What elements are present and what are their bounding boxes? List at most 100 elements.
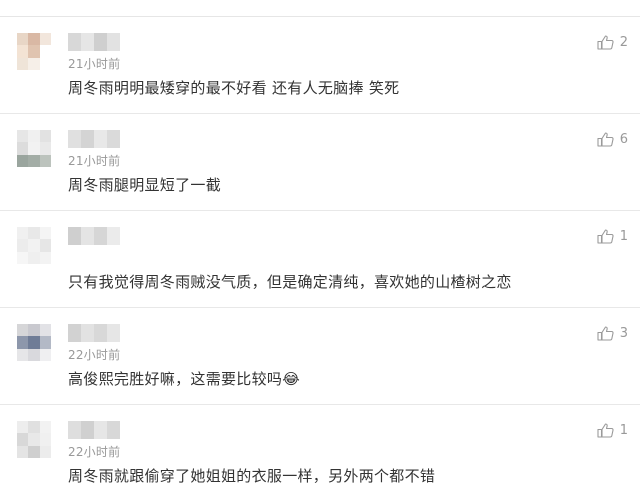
comment-time: 22小时前 (68, 348, 121, 362)
username-mosaic-cell (94, 421, 107, 439)
avatar-mosaic-cell (39, 45, 51, 58)
avatar-mosaic-cell (28, 348, 40, 361)
avatar-mosaic-cell (17, 57, 29, 70)
avatar-mosaic-cell (39, 348, 51, 361)
thumbs-up-icon (597, 132, 614, 147)
like-count: 2 (619, 35, 628, 50)
avatar-mosaic-cell (39, 227, 51, 240)
avatar[interactable] (17, 33, 51, 70)
avatar-mosaic-cell (39, 239, 51, 252)
avatar-mosaic-cell (39, 33, 51, 46)
comment-time: 21小时前 (68, 154, 121, 168)
username-mosaic-cell (81, 33, 94, 51)
avatar-mosaic-cell (17, 445, 29, 458)
like-count: 1 (619, 423, 628, 438)
comment-item: 21小时前 周冬雨腿明显短了一截 6 (0, 114, 640, 211)
username-mosaic-cell (107, 130, 120, 148)
avatar-mosaic-cell (28, 227, 40, 240)
avatar-mosaic-cell (28, 142, 40, 155)
username-blurred[interactable] (68, 421, 120, 439)
avatar-mosaic-cell (39, 433, 51, 446)
username-mosaic-cell (68, 324, 81, 342)
avatar-mosaic-cell (17, 45, 29, 58)
like-button[interactable]: 6 (597, 132, 628, 147)
thumbs-up-icon (597, 326, 614, 341)
like-count: 6 (619, 132, 628, 147)
avatar-mosaic-cell (17, 154, 29, 167)
avatar-mosaic-cell (17, 324, 29, 337)
avatar-mosaic-cell (28, 57, 40, 70)
thumbs-up-icon (597, 229, 614, 244)
avatar-mosaic-cell (39, 421, 51, 434)
avatar-mosaic-cell (17, 336, 29, 349)
avatar-mosaic-cell (39, 336, 51, 349)
username-blurred[interactable] (68, 227, 120, 245)
comment-text: 高俊熙完胜好嘛，这需要比较吗😂 (68, 370, 301, 388)
like-button[interactable]: 1 (597, 423, 628, 438)
username-mosaic-cell (107, 324, 120, 342)
comment-text: 只有我觉得周冬雨贼没气质，但是确定清纯，喜欢她的山楂树之恋 (68, 273, 512, 291)
avatar-mosaic-cell (17, 130, 29, 143)
avatar-mosaic-cell (17, 239, 29, 252)
comment-time: 22小时前 (68, 445, 121, 459)
avatar-mosaic-cell (39, 445, 51, 458)
avatar-mosaic-cell (17, 421, 29, 434)
avatar-mosaic-cell (28, 445, 40, 458)
avatar-mosaic-cell (28, 33, 40, 46)
avatar-mosaic-cell (28, 130, 40, 143)
comment-time: 21小时前 (68, 57, 121, 71)
avatar-mosaic-cell (39, 130, 51, 143)
like-count: 3 (619, 326, 628, 341)
username-mosaic-cell (68, 421, 81, 439)
comment-text: 周冬雨腿明显短了一截 (68, 176, 222, 194)
username-mosaic-cell (107, 227, 120, 245)
username-mosaic-cell (68, 33, 81, 51)
like-count: 1 (619, 229, 628, 244)
like-button[interactable]: 2 (597, 35, 628, 50)
avatar-mosaic-cell (17, 348, 29, 361)
avatar[interactable] (17, 227, 51, 264)
avatar-mosaic-cell (17, 33, 29, 46)
username-mosaic-cell (81, 324, 94, 342)
avatar-mosaic-cell (28, 324, 40, 337)
comment-text: 周冬雨就跟偷穿了她姐姐的衣服一样，另外两个都不错 (68, 467, 436, 485)
username-mosaic-cell (68, 130, 81, 148)
avatar-mosaic-cell (28, 45, 40, 58)
avatar-mosaic-cell (28, 421, 40, 434)
avatar-mosaic-cell (28, 433, 40, 446)
username-mosaic-cell (107, 421, 120, 439)
avatar[interactable] (17, 421, 51, 458)
avatar[interactable] (17, 324, 51, 361)
avatar-mosaic-cell (17, 433, 29, 446)
avatar-mosaic-cell (39, 57, 51, 70)
like-button[interactable]: 3 (597, 326, 628, 341)
thumbs-up-icon (597, 423, 614, 438)
avatar-mosaic-cell (17, 142, 29, 155)
like-button[interactable]: 1 (597, 229, 628, 244)
username-mosaic-cell (68, 227, 81, 245)
username-blurred[interactable] (68, 324, 120, 342)
avatar-mosaic-cell (28, 239, 40, 252)
thumbs-up-icon (597, 35, 614, 50)
username-mosaic-cell (94, 227, 107, 245)
comment-item: 只有我觉得周冬雨贼没气质，但是确定清纯，喜欢她的山楂树之恋 1 (0, 211, 640, 308)
avatar[interactable] (17, 130, 51, 167)
username-mosaic-cell (94, 324, 107, 342)
comment-item: 22小时前 周冬雨就跟偷穿了她姐姐的衣服一样，另外两个都不错 1 (0, 405, 640, 502)
avatar-mosaic-cell (39, 142, 51, 155)
avatar-mosaic-cell (17, 227, 29, 240)
avatar-mosaic-cell (17, 251, 29, 264)
username-blurred[interactable] (68, 33, 120, 51)
avatar-mosaic-cell (39, 324, 51, 337)
username-mosaic-cell (81, 227, 94, 245)
avatar-mosaic-cell (39, 251, 51, 264)
username-mosaic-cell (94, 130, 107, 148)
username-mosaic-cell (81, 130, 94, 148)
username-mosaic-cell (81, 421, 94, 439)
comment-item: 22小时前 高俊熙完胜好嘛，这需要比较吗😂 3 (0, 308, 640, 405)
username-blurred[interactable] (68, 130, 120, 148)
username-mosaic-cell (94, 33, 107, 51)
username-mosaic-cell (107, 33, 120, 51)
avatar-mosaic-cell (39, 154, 51, 167)
avatar-mosaic-cell (28, 336, 40, 349)
